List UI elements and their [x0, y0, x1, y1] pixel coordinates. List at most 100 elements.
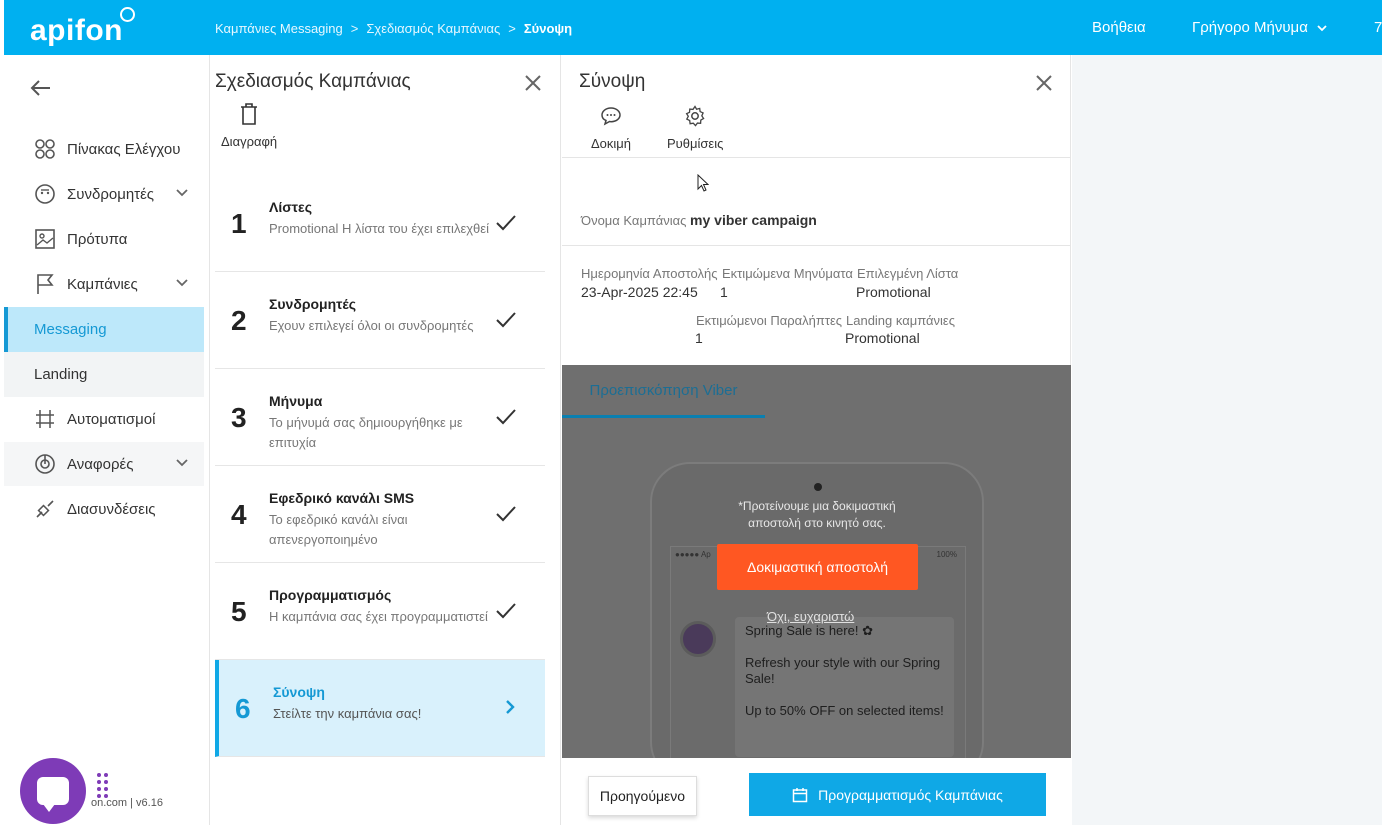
panel-title: Σχεδιασμός Καμπάνιας [215, 71, 411, 92]
step-summary[interactable]: 6 Σύνοψη Στείλτε την καμπάνια σας! [215, 660, 545, 757]
step-lists[interactable]: 1 Λίστες Promotional Η λίστα του έχει επ… [215, 175, 545, 272]
no-thanks-link[interactable]: Όχι, ευχαριστώ [767, 609, 854, 624]
settings-button[interactable]: Ρυθμίσεις [667, 105, 723, 151]
back-arrow-icon[interactable] [30, 77, 52, 105]
apifon-logo[interactable]: apifon [30, 14, 123, 48]
sidebar-item-campaigns[interactable]: Καμπάνιες [4, 262, 204, 306]
step-description: Το μήνυμά σας δημιουργήθηκε με επιτυχία [269, 415, 463, 450]
est-messages-value: 1 [720, 284, 728, 300]
version-text: on.com | v6.16 [91, 797, 163, 809]
sidebar-item-reports[interactable]: Αναφορές [4, 442, 204, 486]
summary-footer: Προηγούμενο Προγραμματισμός Καμπάνιας [562, 758, 1071, 825]
sidebar-item-landing[interactable]: Landing [4, 352, 204, 397]
sidebar-item-messaging[interactable]: Messaging [4, 307, 204, 352]
chevron-down-icon [1317, 24, 1327, 31]
sidebar-item-automations[interactable]: Αυτοματισμοί [4, 397, 204, 441]
sidebar-item-templates[interactable]: Πρότυπα [4, 217, 204, 261]
test-button[interactable]: Δοκιμή [591, 105, 631, 151]
landing-campaigns-label: Landing καμπάνιες [846, 313, 955, 328]
sidebar: Πίνακας Ελέγχου Συνδρομητές Πρότυπα Καμπ… [4, 55, 210, 825]
step-title: Προγραμματισμός [269, 587, 392, 603]
step-title: Εφεδρικό κανάλι SMS [269, 490, 415, 506]
viber-message-bubble: Spring Sale is here! ✿ Refresh your styl… [735, 617, 954, 757]
reports-icon [33, 452, 57, 476]
chat-bubble-icon [601, 107, 621, 126]
sidebar-item-dashboard[interactable]: Πίνακας Ελέγχου [4, 127, 204, 171]
background-area [1072, 55, 1382, 825]
campaign-name-value: my viber campaign [690, 212, 817, 228]
message-line: Refresh your style with our Spring Sale! [745, 655, 941, 686]
sender-avatar [680, 621, 716, 657]
message-line: Up to 50% OFF on selected items! [745, 703, 944, 718]
send-date-label: Ημερομηνία Αποστολής [581, 266, 718, 281]
chevron-right-icon [506, 700, 515, 714]
step-description: Η καμπάνια σας έχει προγραμματιστεί [269, 609, 488, 624]
sidebar-item-subscribers[interactable]: Συνδρομητές [4, 172, 204, 216]
delete-label: Διαγραφή [221, 134, 278, 149]
checkmark-icon [496, 409, 516, 425]
breadcrumb-summary: Σύνοψη [523, 21, 573, 36]
sidebar-item-label: Αυτοματισμοί [67, 410, 156, 428]
previous-button[interactable]: Προηγούμενο [588, 776, 697, 816]
sidebar-item-label: Διασυνδέσεις [67, 500, 156, 518]
close-icon[interactable] [523, 71, 543, 97]
chevron-down-icon [176, 459, 188, 467]
step-title: Λίστες [269, 199, 312, 215]
campaign-name-row: Όνομα Καμπάνιας my viber campaign [581, 212, 817, 228]
step-scheduling[interactable]: 5 Προγραμματισμός Η καμπάνια σας έχει πρ… [215, 563, 545, 660]
quick-message-menu[interactable]: Γρήγορο Μήνυμα [1192, 19, 1328, 36]
test-label: Δοκιμή [591, 136, 632, 151]
step-number: 1 [231, 208, 247, 239]
landing-campaigns-value: Promotional [845, 330, 920, 346]
templates-icon [33, 227, 57, 251]
checkmark-icon [496, 215, 516, 231]
phone-status-left: ●●●●● Ap [675, 550, 711, 559]
checkmark-icon [496, 312, 516, 328]
schedule-campaign-button[interactable]: Προγραμματισμός Καμπάνιας [749, 773, 1046, 816]
selected-list-label: Επιλεγμένη Λίστα [857, 266, 959, 281]
test-send-button[interactable]: Δοκιμαστική αποστολή [717, 544, 918, 590]
step-number: 3 [231, 402, 247, 433]
step-description: Promotional Η λίστα του έχει επιλεχθεί [269, 221, 489, 236]
chat-widget-button[interactable] [20, 758, 86, 824]
help-link[interactable]: Βοήθεια [1092, 19, 1146, 36]
step-message[interactable]: 3 Μήνυμα Το μήνυμά σας δημιουργήθηκε με … [215, 369, 545, 466]
trash-icon [241, 103, 258, 125]
step-subscribers[interactable]: 2 Συνδρομητές Εχουν επιλεγεί όλοι οι συν… [215, 272, 545, 369]
campaign-name-label: Όνομα Καμπάνιας [581, 213, 687, 228]
chat-bubble-icon [37, 777, 69, 812]
settings-label: Ρυθμίσεις [667, 136, 724, 151]
est-recipients-value: 1 [695, 330, 703, 346]
sidebar-item-integrations[interactable]: Διασυνδέσεις [4, 487, 204, 531]
integrations-icon [33, 497, 57, 521]
tab-viber-preview[interactable]: Προεπισκόπηση Viber [562, 365, 765, 418]
step-title: Σύνοψη [273, 684, 325, 700]
phone-camera [814, 483, 822, 491]
calendar-icon [792, 787, 808, 802]
breadcrumb-messaging[interactable]: Καμπάνιες Messaging [215, 21, 343, 36]
automation-icon [33, 407, 57, 431]
step-description: Εχουν επιλεγεί όλοι οι συνδρομητές [269, 318, 474, 333]
close-icon[interactable] [1034, 71, 1054, 97]
flag-icon [33, 272, 57, 296]
chevron-down-icon [176, 189, 188, 197]
panel-title: Σύνοψη [579, 71, 646, 92]
breadcrumb: Καμπάνιες Messaging > Σχεδιασμός Καμπάνι… [215, 21, 572, 36]
breadcrumb-campaign-design[interactable]: Σχεδιασμός Καμπάνιας [366, 21, 500, 36]
checkmark-icon [496, 603, 516, 619]
est-recipients-label: Εκτιμώμενοι Παραλήπτες [696, 313, 843, 328]
chevron-down-icon [176, 279, 188, 287]
phone-status-right: 100% [936, 550, 957, 559]
step-number: 6 [235, 693, 251, 724]
send-date-value: 23-Apr-2025 22:45 [581, 284, 698, 300]
step-sms-fallback[interactable]: 4 Εφεδρικό κανάλι SMS Το εφεδρικό κανάλι… [215, 466, 545, 563]
step-number: 4 [231, 499, 247, 530]
schedule-campaign-label: Προγραμματισμός Καμπάνιας [818, 786, 1003, 803]
campaign-design-panel: Σχεδιασμός Καμπάνιας Διαγραφή 1 Λίστες P… [211, 55, 561, 825]
delete-button[interactable]: Διαγραφή [221, 103, 277, 149]
message-line: Spring Sale is here! ✿ [745, 623, 873, 638]
step-number: 5 [231, 596, 247, 627]
step-title: Μήνυμα [269, 393, 323, 409]
account-menu[interactable]: 7 [1374, 19, 1382, 36]
selected-list-value: Promotional [856, 284, 931, 300]
